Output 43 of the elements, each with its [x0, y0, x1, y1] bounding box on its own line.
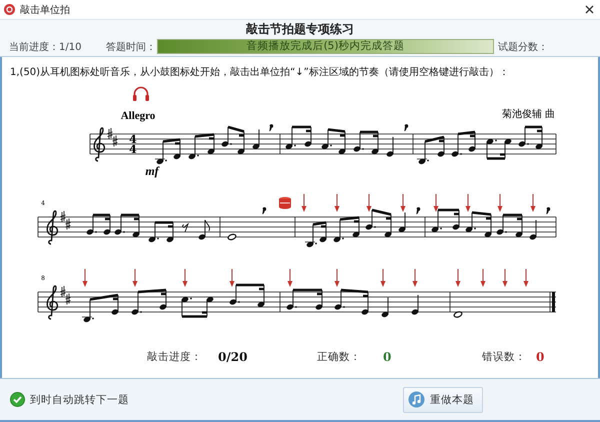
question-text: 1,(50)从耳机图标处听音乐，从小鼓图标处开始，敲击出单位拍“↓”标注区域的节奏（请使用空格键进行敲击）： [9, 66, 510, 80]
down-arrow-icon [480, 268, 486, 287]
progress-label: 当前进度：1/10 [9, 40, 82, 54]
stat-value: 0/20 [218, 350, 248, 364]
down-arrow-icon [530, 194, 536, 212]
down-arrow-icon [132, 268, 138, 287]
down-arrow-icon [302, 194, 306, 212]
app-icon [4, 4, 15, 15]
stat-value: 0 [536, 350, 544, 364]
down-arrow-icon [498, 194, 502, 212]
down-arrow-icon [502, 268, 508, 287]
down-arrow-icon [456, 268, 460, 287]
down-arrow-icon [366, 194, 372, 212]
exercise-title: 敲击节拍题专项练习 [245, 22, 355, 37]
music-note-icon [408, 391, 425, 408]
down-arrow-icon [524, 268, 528, 287]
down-arrow-icon [334, 194, 340, 212]
down-arrow-icon [380, 268, 386, 287]
down-arrow-icon [434, 194, 438, 212]
drum-icon [279, 197, 291, 209]
close-icon[interactable] [585, 5, 594, 14]
window-title: 敲击单位拍 [20, 4, 71, 16]
composer-credit: 菊池俊辅 曲 [502, 109, 555, 120]
time-label: 答题时间： [106, 40, 157, 54]
stat-label: 敲击进度： [147, 350, 202, 364]
tempo-marking: Allegro [120, 110, 156, 122]
headphones-icon [133, 86, 149, 101]
stat-label: 正确数： [317, 350, 361, 364]
stat-value: 0 [383, 350, 392, 364]
score-label: 试题分数： [498, 40, 548, 54]
down-arrow-icon [82, 268, 88, 287]
down-arrow-icon [182, 268, 188, 287]
down-arrow-icon [412, 268, 418, 287]
redo-button[interactable]: 重做本题 [403, 386, 483, 412]
down-arrow-icon [230, 268, 234, 287]
down-arrow-icon [466, 194, 470, 212]
down-arrow-icon [334, 268, 340, 287]
auto-next-checkbox[interactable]: 到时自动跳转下一题 [10, 392, 129, 407]
dynamic-marking: mf [145, 164, 159, 178]
down-arrow-icon [400, 194, 406, 212]
time-bar-text: 音频播放完成后(5)秒内完成答题 [246, 40, 406, 53]
stat-label: 错误数： [482, 350, 526, 364]
down-arrow-icon [288, 268, 292, 287]
